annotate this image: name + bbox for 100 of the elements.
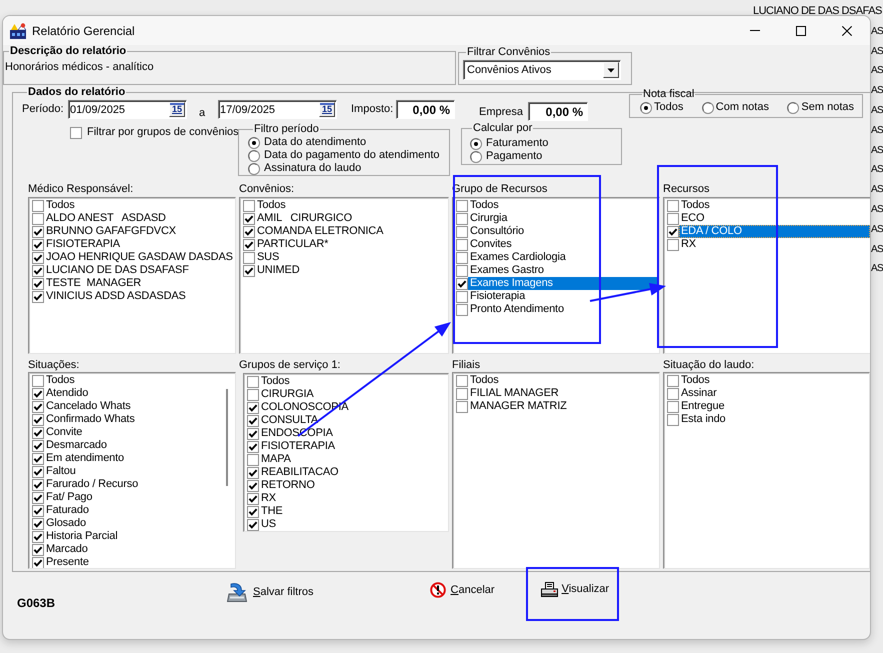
list-item[interactable]: Todos xyxy=(679,374,712,387)
option-label[interactable]: Sem notas xyxy=(801,101,854,114)
checkbox[interactable] xyxy=(32,478,44,490)
list-box[interactable]: Todos ECO EDA / COLO RX xyxy=(663,197,870,354)
checkbox[interactable] xyxy=(32,492,44,504)
checkbox[interactable] xyxy=(456,252,468,264)
checkbox[interactable] xyxy=(247,414,259,426)
list-item[interactable]: VINICIUS ADSD ASDASDAS xyxy=(44,290,188,303)
cancel-button[interactable]: Cancelar xyxy=(428,580,498,600)
list-item[interactable]: SUS xyxy=(255,251,282,264)
list-item[interactable]: US xyxy=(259,518,278,531)
checkbox[interactable] xyxy=(456,226,468,238)
list-item[interactable]: Todos xyxy=(259,375,292,388)
list-item[interactable]: Convites xyxy=(468,238,514,251)
option-label[interactable]: Data do atendimento xyxy=(264,136,366,149)
list-box[interactable]: Todos AMIL CIRURGICO COMANDA ELETRONICA PARTICULAR* SUS UNIMED xyxy=(239,197,449,354)
list-item[interactable]: Cirurgia xyxy=(468,212,510,225)
list-item[interactable]: FILIAL MANAGER xyxy=(468,387,561,400)
list-item[interactable]: Todos xyxy=(255,199,288,212)
checkbox[interactable] xyxy=(247,466,259,478)
list-item[interactable]: RX xyxy=(259,492,278,505)
checkbox[interactable] xyxy=(667,200,679,212)
list-item[interactable]: THE xyxy=(259,505,285,518)
list-item[interactable]: Atendido xyxy=(44,387,90,400)
checkbox[interactable] xyxy=(32,388,44,400)
checkbox[interactable] xyxy=(667,238,679,250)
calendar-button[interactable]: 15 xyxy=(169,102,185,117)
checkbox[interactable] xyxy=(32,200,44,212)
checkbox[interactable] xyxy=(247,492,259,504)
option-label[interactable]: Pagamento xyxy=(486,150,542,163)
list-item[interactable]: Entregue xyxy=(679,400,726,413)
checkbox[interactable] xyxy=(32,426,44,438)
list-item[interactable]: AMIL CIRURGICO xyxy=(255,212,354,225)
list-item[interactable]: Pronto Atendimento xyxy=(468,303,566,316)
checkbox[interactable] xyxy=(32,226,44,238)
checkbox[interactable] xyxy=(456,304,468,316)
list-item[interactable]: Exames Imagens xyxy=(468,277,659,290)
option-label[interactable]: Faturamento xyxy=(486,137,548,150)
list-box[interactable]: Todos Assinar Entregue Esta indo xyxy=(663,372,870,569)
checkbox[interactable] xyxy=(243,264,255,276)
checkbox[interactable] xyxy=(32,374,44,386)
radio-button[interactable] xyxy=(248,136,260,148)
list-item[interactable]: COMANDA ELETRONICA xyxy=(255,225,386,238)
checkbox[interactable] xyxy=(32,290,44,302)
checkbox[interactable] xyxy=(247,402,259,414)
list-item[interactable]: JOAO HENRIQUE GASDAW DASDAS xyxy=(44,251,235,264)
checkbox[interactable] xyxy=(667,212,679,224)
checkbox[interactable] xyxy=(32,544,44,556)
list-item[interactable]: BRUNNO GAFAFGFDVCX xyxy=(44,225,178,238)
option-label[interactable]: Todos xyxy=(654,101,684,114)
checkbox[interactable] xyxy=(247,440,259,452)
checkbox[interactable] xyxy=(243,252,255,264)
list-item[interactable]: Em atendimento xyxy=(44,452,126,465)
list-item[interactable]: Todos xyxy=(468,199,501,212)
list-item[interactable]: CIRURGIA xyxy=(259,388,316,401)
save-filters-button[interactable]: Salvar filtros xyxy=(225,580,317,604)
checkbox[interactable] xyxy=(243,200,255,212)
checkbox[interactable] xyxy=(247,480,259,492)
checkbox[interactable] xyxy=(32,252,44,264)
checkbox[interactable] xyxy=(32,278,44,290)
checkbox[interactable] xyxy=(456,264,468,276)
list-item[interactable]: Assinar xyxy=(679,387,719,400)
list-item[interactable]: MANAGER MATRIZ xyxy=(468,400,569,413)
option-label[interactable]: Assinatura do laudo xyxy=(264,162,362,175)
radio-button[interactable] xyxy=(640,102,652,114)
list-item[interactable]: FISIOTERAPIA xyxy=(259,440,337,453)
checkbox[interactable] xyxy=(32,504,44,516)
list-item[interactable]: Presente xyxy=(44,556,91,568)
checkbox[interactable] xyxy=(247,376,259,388)
percent-field[interactable]: 0,00 % xyxy=(396,100,455,119)
list-item[interactable]: LUCIANO DE DAS DSAFASF xyxy=(44,264,191,277)
list-item[interactable]: PARTICULAR* xyxy=(255,238,330,251)
checkbox[interactable] xyxy=(456,374,468,386)
list-item[interactable]: Fisioterapia xyxy=(468,290,528,303)
list-item[interactable]: Consultório xyxy=(468,225,526,238)
checkbox[interactable] xyxy=(32,518,44,530)
checkbox[interactable] xyxy=(456,400,468,412)
scrollbar-thumb[interactable] xyxy=(226,389,228,486)
checkbox[interactable] xyxy=(32,556,44,568)
radio-button[interactable] xyxy=(787,102,800,114)
preview-button[interactable]: Visualizar xyxy=(538,580,612,599)
dropdown[interactable]: Convênios Ativos xyxy=(463,60,621,80)
list-item[interactable]: Historia Parcial xyxy=(44,530,120,543)
list-item[interactable]: RX xyxy=(679,238,698,251)
checkbox[interactable] xyxy=(667,226,679,238)
checkbox[interactable] xyxy=(32,414,44,426)
date-field[interactable]: 01/09/2025 15 xyxy=(68,100,187,119)
list-box[interactable]: Todos Atendido Cancelado Whats Confirmado Whats Convite Desmarcado Em atendimento Faltou Farurado / Recurso Fat/ Pago Faturado Glosado Historia Parcial Marcado Presente xyxy=(28,372,236,569)
checkbox[interactable] xyxy=(667,414,679,426)
list-item[interactable]: MAPA xyxy=(259,453,293,466)
checkbox[interactable] xyxy=(70,126,82,138)
checkbox[interactable] xyxy=(456,388,468,400)
checkbox[interactable] xyxy=(32,452,44,464)
list-box[interactable]: Todos FILIAL MANAGER MANAGER MATRIZ xyxy=(452,372,660,569)
radio-button[interactable] xyxy=(248,162,260,174)
checkbox[interactable] xyxy=(247,518,259,530)
checkbox[interactable] xyxy=(32,264,44,276)
list-item[interactable]: Todos xyxy=(468,374,501,387)
checkbox[interactable] xyxy=(247,454,259,466)
checkbox[interactable] xyxy=(456,200,468,212)
